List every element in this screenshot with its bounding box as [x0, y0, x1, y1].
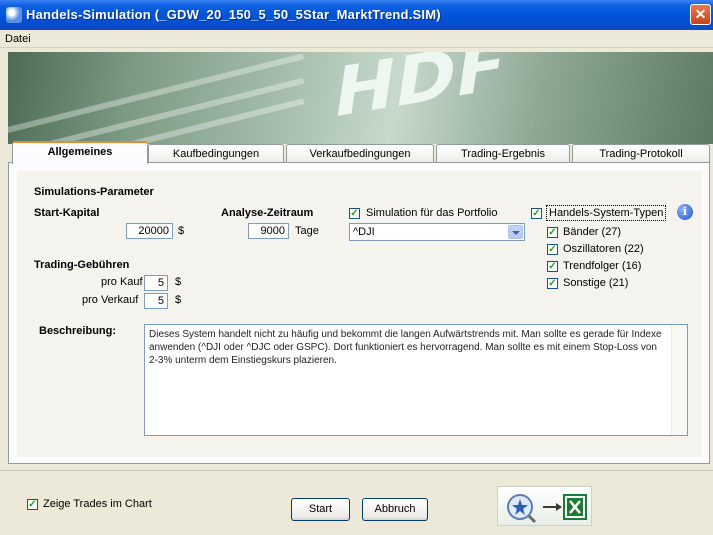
system-type-baender-checkbox[interactable]: ✓ — [547, 227, 558, 238]
menu-datei[interactable]: Datei — [5, 33, 31, 45]
tab-verkaufbedingungen[interactable]: Verkaufbedingungen — [286, 144, 434, 164]
header-banner: HDF — [8, 52, 713, 144]
banner-logo-text: HDF — [328, 52, 512, 134]
show-trades-label: Zeige Trades im Chart — [43, 498, 152, 510]
section-title: Simulations-Parameter — [34, 186, 154, 198]
start-capital-unit: $ — [178, 225, 185, 237]
tab-trading-ergebnis[interactable]: Trading-Ergebnis — [436, 144, 570, 164]
fee-sell-input[interactable]: 5 — [144, 293, 168, 309]
panel-content: Simulations-Parameter Start-Kapital 2000… — [17, 171, 702, 457]
description-text: Dieses System handelt nicht zu häufig un… — [149, 329, 662, 366]
title-bar: Handels-Simulation (_GDW_20_150_5_50_5St… — [0, 0, 713, 30]
dropdown-arrow-icon[interactable] — [508, 225, 523, 239]
app-window: Handels-Simulation (_GDW_20_150_5_50_5St… — [0, 0, 713, 535]
system-type-trendfolger-label: Trendfolger (16) — [563, 260, 642, 272]
app-icon — [6, 7, 22, 23]
description-textarea[interactable]: Dieses System handelt nicht zu häufig un… — [144, 324, 688, 436]
system-type-sonstige-checkbox[interactable]: ✓ — [547, 278, 558, 289]
export-excel-icon — [507, 494, 587, 524]
tab-strip: Allgemeines Kaufbedingungen Verkaufbedin… — [8, 141, 713, 164]
cancel-button[interactable]: Abbruch — [362, 498, 428, 521]
analysis-period-label: Analyse-Zeitraum — [221, 207, 314, 219]
system-type-oszillatoren-checkbox[interactable]: ✓ — [547, 244, 558, 255]
tab-kaufbedingungen[interactable]: Kaufbedingungen — [148, 144, 284, 164]
fee-buy-unit: $ — [175, 276, 182, 288]
tab-trading-protokoll[interactable]: Trading-Protokoll — [572, 144, 710, 164]
description-label: Beschreibung: — [39, 325, 117, 337]
export-to-excel-button[interactable] — [497, 486, 592, 526]
portfolio-select[interactable]: ^DJI — [349, 223, 525, 241]
system-types-label: Handels-System-Typen — [546, 205, 667, 221]
fee-buy-label: pro Kauf — [101, 276, 143, 288]
start-capital-label: Start-Kapital — [34, 207, 100, 219]
portfolio-select-value: ^DJI — [353, 226, 375, 238]
start-capital-input[interactable]: 20000 — [126, 223, 173, 239]
analysis-period-unit: Tage — [295, 225, 319, 237]
fees-label: Trading-Gebühren — [34, 259, 130, 271]
portfolio-sim-checkbox[interactable]: ✓ — [349, 208, 360, 219]
system-type-oszillatoren-label: Oszillatoren (22) — [563, 243, 644, 255]
fee-buy-input[interactable]: 5 — [144, 275, 168, 291]
window-title: Handels-Simulation (_GDW_20_150_5_50_5St… — [26, 7, 441, 22]
analysis-period-input[interactable]: 9000 — [248, 223, 289, 239]
system-type-trendfolger-checkbox[interactable]: ✓ — [547, 261, 558, 272]
description-scrollbar[interactable] — [671, 325, 687, 435]
system-types-checkbox[interactable]: ✓ — [531, 208, 542, 219]
system-type-baender-label: Bänder (27) — [563, 226, 622, 238]
close-button[interactable]: ✕ — [690, 4, 711, 25]
menu-bar: Datei — [0, 30, 713, 48]
tab-panel: Simulations-Parameter Start-Kapital 2000… — [8, 162, 710, 464]
start-button[interactable]: Start — [291, 498, 350, 521]
fee-sell-label: pro Verkauf — [82, 294, 139, 306]
show-trades-checkbox[interactable]: ✓ — [27, 499, 38, 510]
system-type-sonstige-label: Sonstige (21) — [563, 277, 629, 289]
info-icon[interactable]: i — [677, 204, 693, 220]
tab-allgemeines[interactable]: Allgemeines — [12, 141, 148, 164]
fee-sell-unit: $ — [175, 294, 182, 306]
footer-separator — [0, 470, 713, 471]
portfolio-sim-label: Simulation für das Portfolio — [366, 207, 498, 219]
